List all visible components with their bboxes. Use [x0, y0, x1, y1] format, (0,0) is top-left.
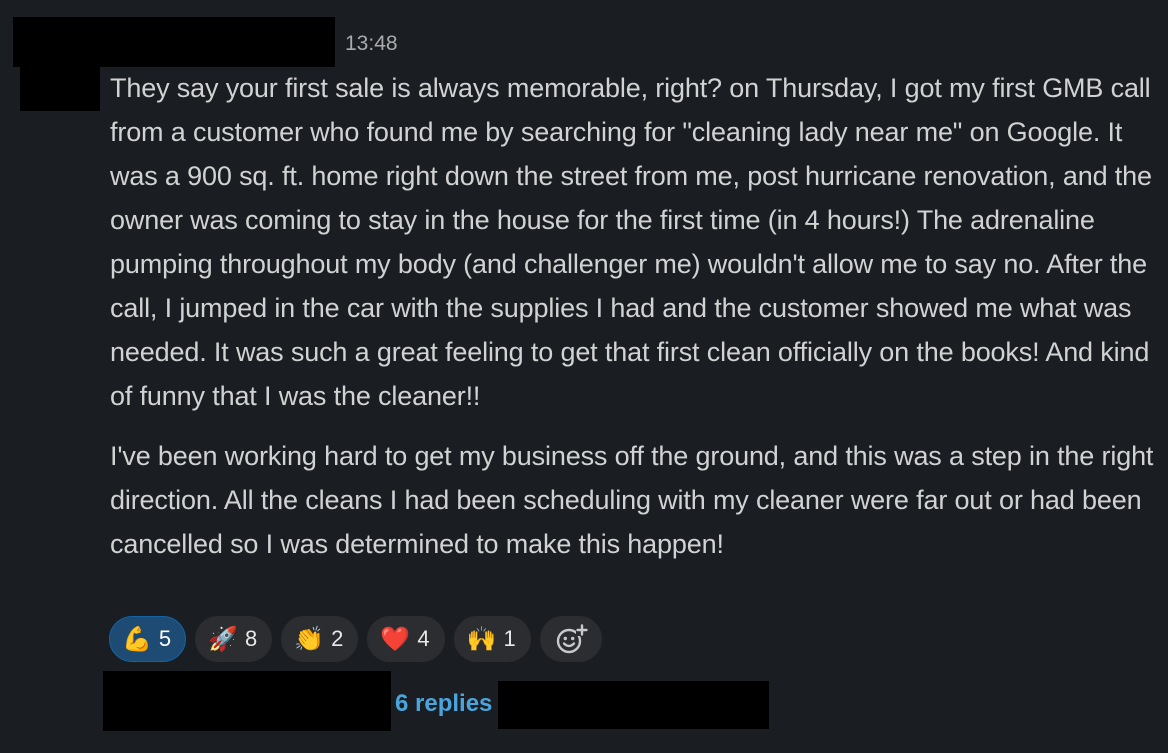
- flexed-biceps-icon: 💪: [122, 625, 152, 653]
- add-reaction-button[interactable]: [539, 616, 602, 662]
- message-body: They say your first sale is always memor…: [110, 66, 1160, 566]
- reaction-raising-hands[interactable]: 🙌 1: [453, 616, 531, 662]
- redacted-avatar: [20, 67, 100, 111]
- clapping-hands-icon: 👏: [294, 625, 325, 653]
- thread-replies-link[interactable]: 6 replies: [395, 690, 492, 718]
- reaction-count: 8: [245, 626, 258, 651]
- message-paragraph-2: I've been working hard to get my busines…: [110, 441, 1154, 559]
- reaction-rocket[interactable]: 🚀 8: [195, 616, 273, 662]
- reaction-bar: 💪 5 🚀 8 👏 2 ❤️ 4 🙌 1: [109, 616, 602, 662]
- reaction-flexed-biceps[interactable]: 💪 5: [109, 616, 187, 662]
- rocket-icon: 🚀: [208, 625, 239, 653]
- message-timestamp[interactable]: 13:48: [345, 31, 398, 57]
- reaction-red-heart[interactable]: ❤️ 4: [367, 616, 445, 662]
- redacted-author-name: [13, 17, 335, 67]
- redacted-reply-meta: [498, 681, 769, 729]
- reaction-clapping-hands[interactable]: 👏 2: [281, 616, 359, 662]
- red-heart-icon: ❤️: [380, 625, 411, 653]
- redacted-reply-avatars: [103, 671, 391, 731]
- reaction-count: 5: [158, 626, 172, 651]
- message-paragraph-1: They say your first sale is always memor…: [110, 73, 1152, 411]
- add-emoji-icon: [556, 624, 588, 654]
- reaction-count: 2: [331, 626, 344, 651]
- reaction-count: 1: [503, 626, 516, 651]
- reaction-count: 4: [417, 626, 430, 651]
- raising-hands-icon: 🙌: [466, 625, 497, 653]
